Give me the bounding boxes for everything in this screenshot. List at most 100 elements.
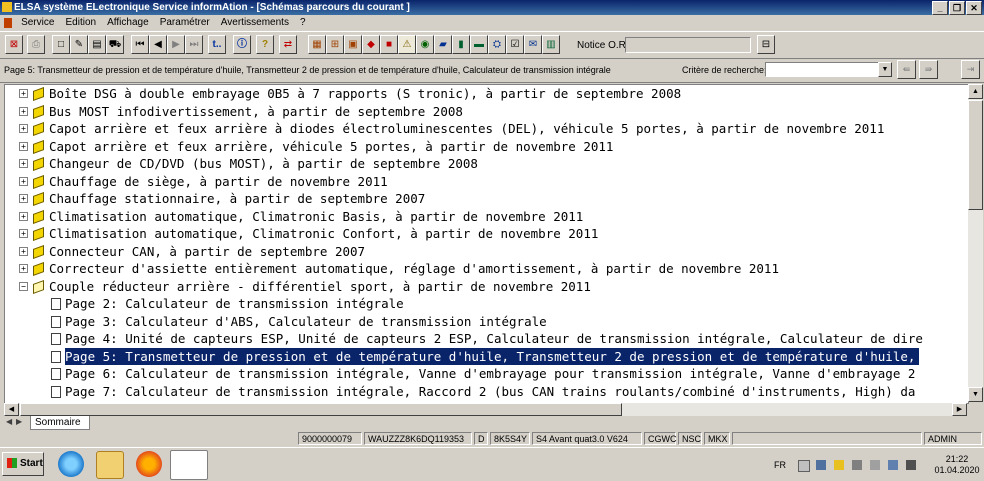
expand-icon[interactable]: + xyxy=(19,264,28,273)
book-icon xyxy=(33,244,44,259)
book-icon xyxy=(33,261,44,277)
status-engine: CGWC xyxy=(644,432,677,445)
expand-icon[interactable]: + xyxy=(19,194,28,203)
status-user: ADMIN xyxy=(924,432,982,445)
checklist-icon[interactable]: ☑ xyxy=(506,35,524,54)
globe-icon[interactable]: ◉ xyxy=(416,35,434,54)
scroll-up-icon[interactable]: ▲ xyxy=(968,84,983,99)
tab-sommaire[interactable]: Sommaire xyxy=(30,416,90,430)
search-forward-icon[interactable]: ⇛ xyxy=(919,60,938,79)
menu-avertissements[interactable]: Avertissements xyxy=(217,15,293,31)
help-icon[interactable]: ? xyxy=(256,35,274,54)
toolbar: ⊠ ⎙ □ ✎ ▤ ⛟ ⏮ ◀ ▶ ⏭ t.. ⓘ ? ⇄ ▦ ⊞ ▣ ◆ ■ … xyxy=(0,31,984,59)
vehicle-icon[interactable]: ▬ xyxy=(470,35,488,54)
menu-edition[interactable]: Edition xyxy=(61,15,100,31)
status-model: S4 Avant quat3.0 V624 xyxy=(532,432,642,445)
first-page-icon[interactable]: ⏮ xyxy=(131,35,149,54)
scroll-down-icon[interactable]: ▼ xyxy=(968,387,983,402)
expand-icon[interactable]: + xyxy=(19,159,28,168)
clipboard-icon[interactable]: ▤ xyxy=(88,35,106,54)
tree-node-label: Boîte DSG à double embrayage 0B5 à 7 rap… xyxy=(49,86,682,101)
last-page-icon[interactable]: ⏭ xyxy=(185,35,203,54)
tray-network-icon[interactable] xyxy=(816,460,826,470)
scroll-left-icon[interactable]: ◀ xyxy=(4,403,19,416)
menu-parametrer[interactable]: Paramétrer xyxy=(156,15,214,31)
status-code2: MKX xyxy=(704,432,730,445)
plus-grid-icon[interactable]: ⊞ xyxy=(326,35,344,54)
report-icon[interactable]: ✉ xyxy=(524,35,542,54)
document-menu-icon[interactable] xyxy=(4,18,12,28)
status-empty xyxy=(732,432,922,445)
swap-icon[interactable]: ⇄ xyxy=(279,35,297,54)
tab-next-icon[interactable]: ▶ xyxy=(16,417,22,426)
elsa-taskbar-button[interactable] xyxy=(170,450,208,480)
page-icon xyxy=(51,368,61,380)
page-icon xyxy=(51,315,61,328)
expand-icon[interactable]: + xyxy=(19,124,28,133)
search-options-icon[interactable]: ⇥ xyxy=(961,60,980,79)
tree-node-label: Climatisation automatique, Climatronic B… xyxy=(49,208,584,224)
horizontal-scroll-thumb[interactable] xyxy=(20,403,622,416)
expand-icon[interactable]: + xyxy=(19,229,28,238)
manual-icon[interactable]: ◆ xyxy=(362,35,380,54)
expand-icon[interactable]: + xyxy=(19,176,28,186)
vertical-scrollbar[interactable]: ▲ ▼ xyxy=(968,84,983,402)
tray-app-icon[interactable] xyxy=(798,460,810,472)
internet-explorer-icon[interactable] xyxy=(58,451,84,477)
book-icon[interactable]: ■ xyxy=(380,35,398,54)
vertical-scroll-thumb[interactable] xyxy=(968,100,983,210)
title-bar: ELSA système ELectronique Service inform… xyxy=(0,0,984,15)
new-document-icon[interactable]: □ xyxy=(52,35,70,54)
menu-service[interactable]: Service xyxy=(17,15,58,31)
tray-security-icon[interactable] xyxy=(834,460,844,470)
expand-icon[interactable]: + xyxy=(19,89,28,98)
previous-page-icon[interactable]: ◀ xyxy=(149,35,167,54)
book-icon xyxy=(33,139,44,154)
tab-prev-icon[interactable]: ◀ xyxy=(6,417,12,426)
language-indicator[interactable]: FR xyxy=(774,460,786,470)
goto-page-button[interactable]: t.. xyxy=(208,35,226,54)
notice-field[interactable] xyxy=(625,37,751,53)
scroll-right-icon[interactable]: ▶ xyxy=(952,403,967,416)
expand-icon[interactable]: + xyxy=(19,141,28,151)
expand-icon[interactable]: + xyxy=(19,246,28,256)
collapse-icon[interactable]: − xyxy=(19,281,28,291)
edit-document-icon[interactable]: ✎ xyxy=(70,35,88,54)
tool-icon[interactable]: ▰ xyxy=(434,35,452,54)
search-back-icon[interactable]: ⇚ xyxy=(897,60,916,79)
page-item-label: Page 5: Transmetteur de pression et de t… xyxy=(65,347,920,365)
close-button[interactable]: ✕ xyxy=(966,1,982,15)
menu-affichage[interactable]: Affichage xyxy=(103,15,153,31)
file-explorer-icon[interactable] xyxy=(96,451,124,479)
page-icon xyxy=(51,385,61,398)
tray-monitor-icon[interactable] xyxy=(888,460,898,470)
warning-icon[interactable]: ⚠ xyxy=(398,35,416,54)
exit-icon[interactable]: ⊠ xyxy=(5,35,23,54)
start-button[interactable]: Start xyxy=(2,452,44,476)
expand-icon[interactable]: + xyxy=(19,211,28,221)
documents-icon[interactable]: ▥ xyxy=(542,35,560,54)
restore-button[interactable]: ❐ xyxy=(949,1,965,15)
grid-icon[interactable]: ▦ xyxy=(308,35,326,54)
book-icon xyxy=(33,86,44,102)
criteria-dropdown-icon[interactable]: ▼ xyxy=(878,62,892,77)
tray-display-icon[interactable] xyxy=(852,460,862,470)
menu-help[interactable]: ? xyxy=(296,15,310,31)
status-code1: NSC xyxy=(678,432,702,445)
firefox-icon[interactable] xyxy=(136,451,162,477)
expand-icon[interactable]: + xyxy=(19,106,28,116)
car-icon[interactable]: ⛟ xyxy=(106,35,124,54)
print-icon[interactable]: ⎙ xyxy=(27,35,45,54)
info-icon[interactable]: ⓘ xyxy=(233,35,251,54)
binder-icon[interactable]: ▮ xyxy=(452,35,470,54)
table-icon[interactable]: ▣ xyxy=(344,35,362,54)
horizontal-scrollbar[interactable]: ◀ ▶ xyxy=(4,403,967,416)
criteria-input[interactable] xyxy=(765,62,879,77)
clock[interactable]: 21:22 01.04.2020 xyxy=(934,454,980,476)
minimize-button[interactable]: _ xyxy=(932,1,948,15)
next-page-icon[interactable]: ▶ xyxy=(167,35,185,54)
notice-save-icon[interactable]: ⊟ xyxy=(757,35,775,54)
tray-printer-icon[interactable] xyxy=(870,460,880,470)
tray-volume-icon[interactable] xyxy=(906,460,916,470)
drive-icon[interactable]: ⛭ xyxy=(488,35,506,54)
